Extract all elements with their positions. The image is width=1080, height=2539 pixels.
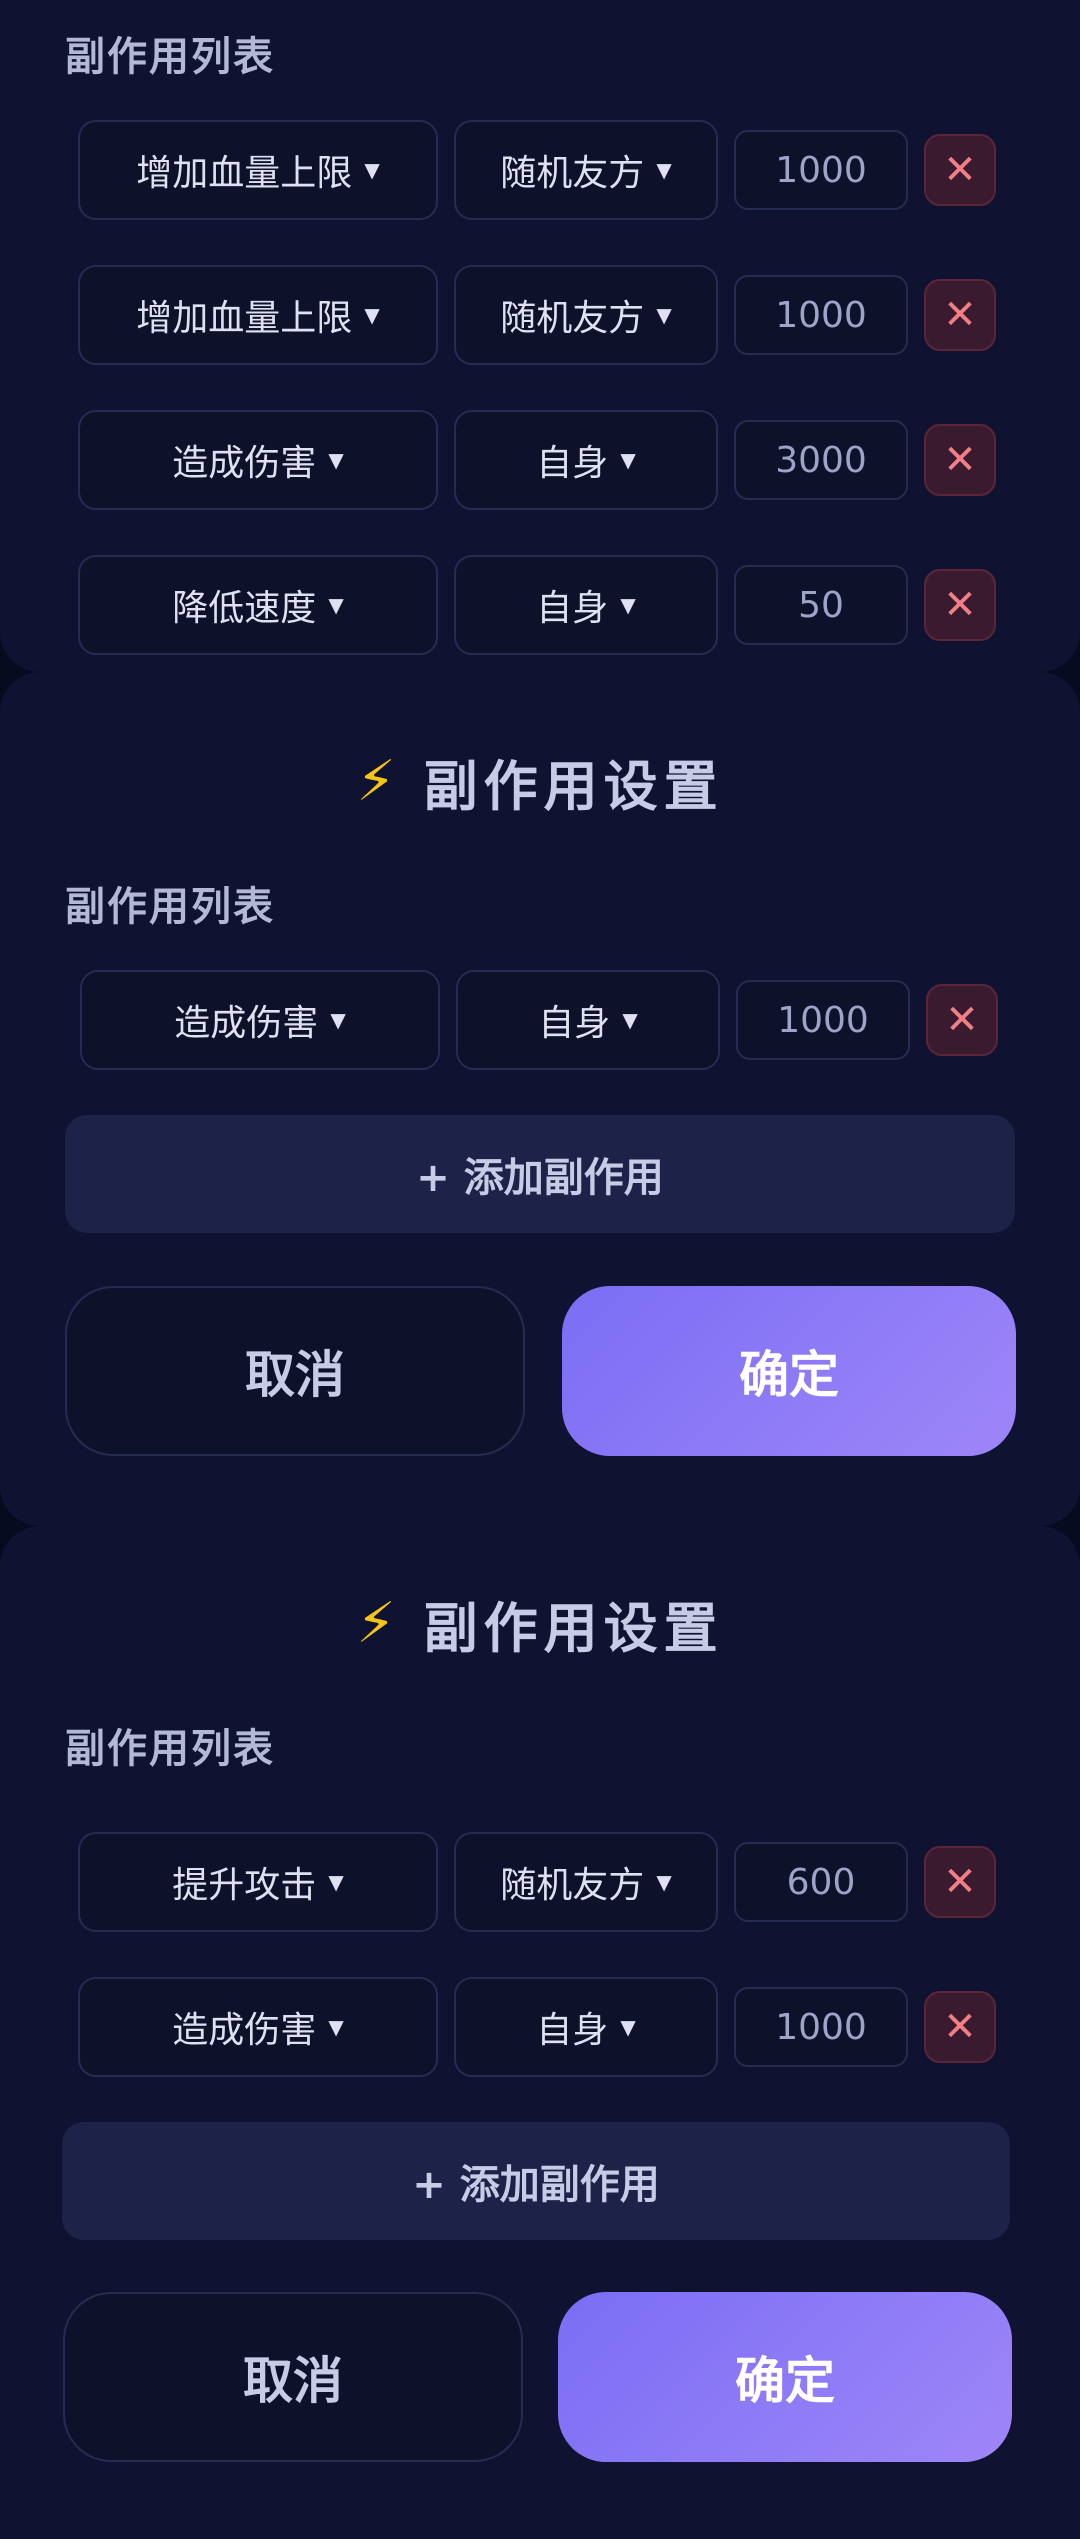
effect-target-select[interactable]: 随机友方 ▼ bbox=[454, 120, 718, 220]
side-effect-row: 造成伤害 ▼ 自身 ▼ 1000 ✕ bbox=[80, 970, 1010, 1070]
effect-value-input[interactable]: 1000 bbox=[736, 980, 910, 1060]
side-effect-row: 增加血量上限 ▼ 随机友方 ▼ 1000 ✕ bbox=[78, 265, 1008, 365]
side-effect-list-label: 副作用列表 bbox=[65, 884, 275, 930]
add-side-effect-button[interactable]: + 添加副作用 bbox=[62, 2122, 1010, 2240]
confirm-button[interactable]: 确定 bbox=[562, 1286, 1016, 1456]
effect-type-select[interactable]: 造成伤害 ▼ bbox=[78, 410, 438, 510]
side-effect-row: 造成伤害 ▼ 自身 ▼ 3000 ✕ bbox=[78, 410, 1008, 510]
side-effect-list-label: 副作用列表 bbox=[65, 1726, 275, 1772]
caret-down-icon: ▼ bbox=[330, 1008, 346, 1032]
lightning-bolt-icon: ⚡ bbox=[356, 1591, 396, 1656]
close-icon: ✕ bbox=[943, 292, 977, 338]
dialog-title: ⚡ 副作用设置 bbox=[356, 749, 724, 818]
add-side-effect-button[interactable]: + 添加副作用 bbox=[65, 1115, 1015, 1233]
delete-row-button[interactable]: ✕ bbox=[924, 134, 996, 206]
close-icon: ✕ bbox=[943, 437, 977, 483]
caret-down-icon: ▼ bbox=[620, 2015, 636, 2039]
caret-down-icon: ▼ bbox=[656, 158, 672, 182]
side-effect-row: 增加血量上限 ▼ 随机友方 ▼ 1000 ✕ bbox=[78, 120, 1008, 220]
caret-down-icon: ▼ bbox=[328, 2015, 344, 2039]
caret-down-icon: ▼ bbox=[364, 158, 380, 182]
effect-value-input[interactable]: 1000 bbox=[734, 275, 908, 355]
effect-value-input[interactable]: 3000 bbox=[734, 420, 908, 500]
side-effect-row: 提升攻击 ▼ 随机友方 ▼ 600 ✕ bbox=[78, 1832, 1008, 1932]
effect-target-select[interactable]: 自身 ▼ bbox=[454, 555, 718, 655]
effect-type-select[interactable]: 造成伤害 ▼ bbox=[80, 970, 440, 1070]
delete-row-button[interactable]: ✕ bbox=[926, 984, 998, 1056]
effect-target-select[interactable]: 随机友方 ▼ bbox=[454, 1832, 718, 1932]
delete-row-button[interactable]: ✕ bbox=[924, 279, 996, 351]
effect-value-input[interactable]: 1000 bbox=[734, 130, 908, 210]
effect-target-select[interactable]: 随机友方 ▼ bbox=[454, 265, 718, 365]
close-icon: ✕ bbox=[943, 582, 977, 628]
close-icon: ✕ bbox=[943, 1859, 977, 1905]
effect-value-input[interactable]: 600 bbox=[734, 1842, 908, 1922]
caret-down-icon: ▼ bbox=[620, 593, 636, 617]
delete-row-button[interactable]: ✕ bbox=[924, 424, 996, 496]
caret-down-icon: ▼ bbox=[620, 448, 636, 472]
effect-target-select[interactable]: 自身 ▼ bbox=[454, 1977, 718, 2077]
delete-row-button[interactable]: ✕ bbox=[924, 1991, 996, 2063]
effect-value-input[interactable]: 1000 bbox=[734, 1987, 908, 2067]
close-icon: ✕ bbox=[943, 2004, 977, 2050]
side-effect-row: 造成伤害 ▼ 自身 ▼ 1000 ✕ bbox=[78, 1977, 1008, 2077]
effect-type-select[interactable]: 降低速度 ▼ bbox=[78, 555, 438, 655]
close-icon: ✕ bbox=[943, 147, 977, 193]
caret-down-icon: ▼ bbox=[328, 1870, 344, 1894]
cancel-button[interactable]: 取消 bbox=[63, 2292, 523, 2462]
side-effect-panel-partial: 副作用列表 增加血量上限 ▼ 随机友方 ▼ 1000 ✕ 增加血量上限 ▼ 随机友方 ▼… bbox=[0, 0, 1080, 672]
side-effect-settings-dialog: ⚡ 副作用设置 副作用列表 提升攻击 ▼ 随机友方 ▼ 600 ✕ 造成伤害 ▼ 自身… bbox=[0, 1526, 1080, 2539]
dialog-title: ⚡ 副作用设置 bbox=[356, 1591, 724, 1660]
close-icon: ✕ bbox=[945, 997, 979, 1043]
caret-down-icon: ▼ bbox=[364, 303, 380, 327]
caret-down-icon: ▼ bbox=[656, 303, 672, 327]
caret-down-icon: ▼ bbox=[622, 1008, 638, 1032]
effect-type-select[interactable]: 增加血量上限 ▼ bbox=[78, 265, 438, 365]
cancel-button[interactable]: 取消 bbox=[65, 1286, 525, 1456]
effect-target-select[interactable]: 自身 ▼ bbox=[454, 410, 718, 510]
side-effect-row: 降低速度 ▼ 自身 ▼ 50 ✕ bbox=[78, 555, 1008, 655]
caret-down-icon: ▼ bbox=[656, 1870, 672, 1894]
delete-row-button[interactable]: ✕ bbox=[924, 1846, 996, 1918]
effect-type-select[interactable]: 增加血量上限 ▼ bbox=[78, 120, 438, 220]
lightning-bolt-icon: ⚡ bbox=[356, 749, 396, 814]
side-effect-settings-dialog: ⚡ 副作用设置 副作用列表 造成伤害 ▼ 自身 ▼ 1000 ✕ + 添加副作用 取… bbox=[0, 672, 1080, 1526]
effect-type-select[interactable]: 造成伤害 ▼ bbox=[78, 1977, 438, 2077]
effect-value-input[interactable]: 50 bbox=[734, 565, 908, 645]
confirm-button[interactable]: 确定 bbox=[558, 2292, 1012, 2462]
effect-type-select[interactable]: 提升攻击 ▼ bbox=[78, 1832, 438, 1932]
caret-down-icon: ▼ bbox=[328, 448, 344, 472]
effect-target-select[interactable]: 自身 ▼ bbox=[456, 970, 720, 1070]
caret-down-icon: ▼ bbox=[328, 593, 344, 617]
delete-row-button[interactable]: ✕ bbox=[924, 569, 996, 641]
side-effect-list-label: 副作用列表 bbox=[65, 34, 275, 80]
